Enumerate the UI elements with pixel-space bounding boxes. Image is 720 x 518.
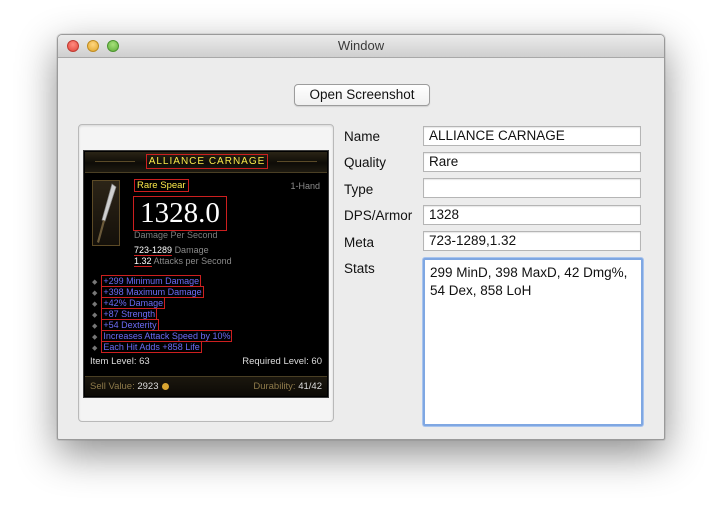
tooltip-item-name: ALLIANCE CARNAGE [146,154,268,169]
header-ornament-left [95,161,135,162]
gold-coin-icon [161,383,169,390]
sell-amount: 2923 [137,381,159,392]
tooltip-attacks-word: Attacks per Second [153,256,232,266]
affix-diamond-icon: ◆ [92,334,98,341]
type-field[interactable] [423,178,641,198]
type-label: Type [344,182,374,197]
quality-field[interactable]: Rare [423,152,641,172]
name-field[interactable]: ALLIANCE CARNAGE [423,126,641,146]
dps-armor-label: DPS/Armor [344,208,413,223]
tooltip-hand: 1-Hand [290,181,320,191]
durability-value: 41/42 [298,381,322,392]
item-tooltip-image: ALLIANCE CARNAGE Rare Spear 1-Hand 1328.… [83,150,329,398]
meta-label: Meta [344,235,375,250]
stats-label: Stats [344,261,375,276]
stats-textarea[interactable]: 299 MinD, 398 MaxD, 42 Dmg%, 54 Dex, 858… [423,258,643,426]
affix-diamond-icon: ◆ [92,345,98,352]
title-bar[interactable]: Window [58,35,664,58]
affix-diamond-icon: ◆ [92,323,98,330]
tooltip-dps-value: 1328.0 [140,197,220,229]
tooltip-dps-label: Damage Per Second [134,230,218,240]
tooltip-footer: Sell Value: 2923 Durability: 41/42 [85,376,327,396]
affix-diamond-icon: ◆ [92,312,98,319]
tooltip-damage-range: 723-1289 [134,245,173,256]
affix-diamond-icon: ◆ [92,290,98,297]
tooltip-affix: ◆ Each Hit Adds +858 Life [92,341,202,353]
tooltip-header: ALLIANCE CARNAGE [85,152,327,173]
tooltip-item-type: Rare Spear [134,179,189,192]
tooltip-damage-line: 723-1289 Damage [134,245,209,256]
dps-armor-field[interactable]: 1328 [423,205,641,225]
screenshot-image-well[interactable]: ALLIANCE CARNAGE Rare Spear 1-Hand 1328.… [78,124,334,422]
tooltip-sell-value: Sell Value: 2923 [90,381,169,392]
open-screenshot-button[interactable]: Open Screenshot [294,84,430,106]
window-title: Window [337,38,385,53]
tooltip-attacks-line: 1.32 Attacks per Second [134,256,232,267]
durability-label: Durability: [253,381,296,392]
tooltip-attacks-value: 1.32 [134,256,152,267]
tooltip-item-level: Item Level: 63 [90,356,150,367]
app-window: Window Open Screenshot ALLIANCE CARNAGE … [57,34,665,440]
meta-field[interactable]: 723-1289,1.32 [423,231,641,251]
affix-diamond-icon: ◆ [92,279,98,286]
affix-diamond-icon: ◆ [92,301,98,308]
tooltip-dps-box: 1328.0 [133,196,227,231]
tooltip-durability: Durability: 41/42 [253,381,322,392]
sell-label: Sell Value: [90,381,135,392]
spear-icon [92,180,120,246]
header-ornament-right [277,161,317,162]
tooltip-required-level: Required Level: 60 [242,356,322,367]
tooltip-damage-word: Damage [174,245,209,255]
quality-label: Quality [344,155,387,170]
name-label: Name [344,129,381,144]
